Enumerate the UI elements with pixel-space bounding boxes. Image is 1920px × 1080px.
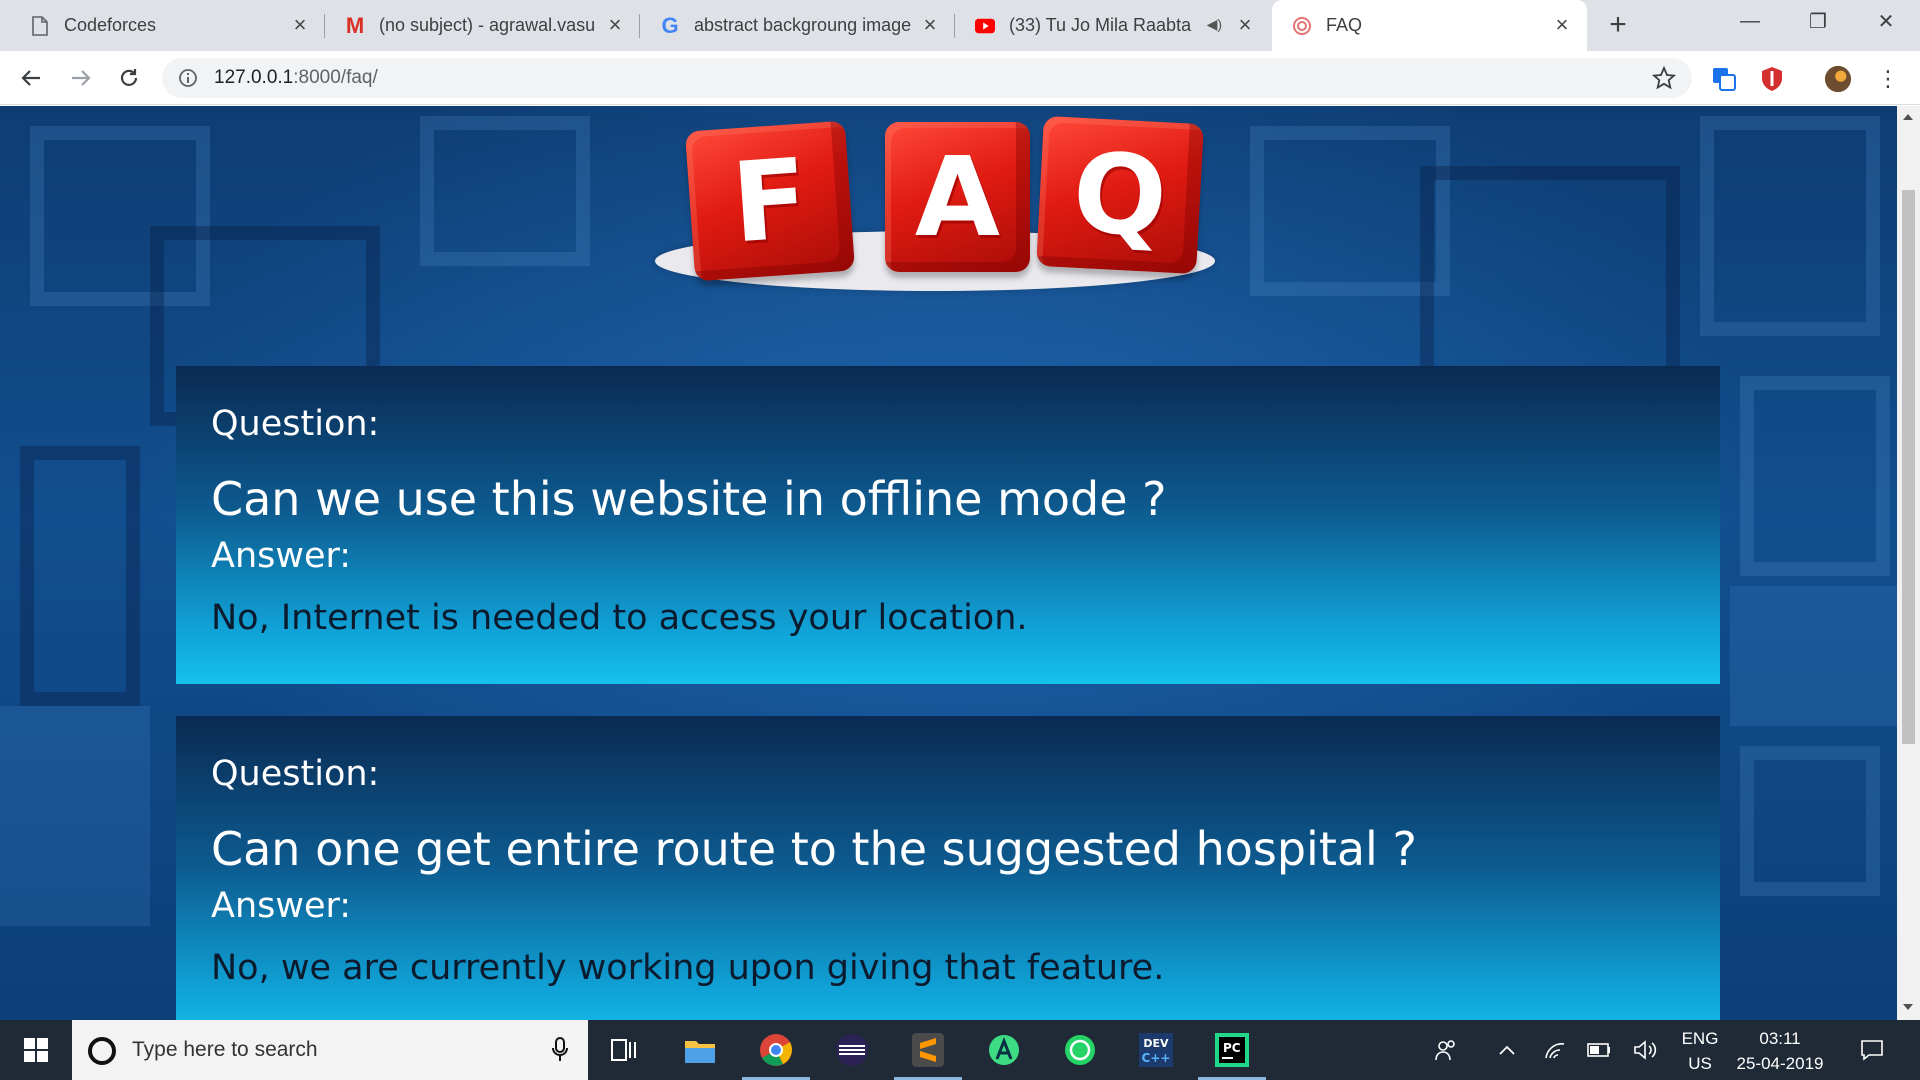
speaker-icon[interactable]: ◀︎)	[1207, 16, 1222, 33]
android-studio-icon[interactable]	[984, 1030, 1024, 1070]
volume-icon[interactable]	[1630, 1020, 1660, 1080]
pycharm-icon[interactable]: PC	[1198, 1030, 1266, 1080]
reload-button[interactable]	[114, 63, 144, 93]
tab-google-search[interactable]: G abstract backgroung image ×	[640, 0, 955, 51]
background-square	[1700, 116, 1880, 336]
window-close-button[interactable]: ✕	[1852, 0, 1920, 42]
close-icon[interactable]: ×	[604, 14, 626, 36]
region-code: US	[1688, 1054, 1712, 1073]
tab-title: FAQ	[1326, 15, 1363, 35]
svg-text:PC: PC	[1223, 1041, 1241, 1055]
tab-strip: Codeforces × M (no subject) - agrawal.va…	[0, 0, 1920, 51]
faq-logo: F A Q	[655, 106, 1215, 296]
url-path: :8000/faq/	[293, 67, 378, 88]
forward-button[interactable]	[66, 63, 96, 93]
tab-title: (no subject) - agrawal.vasu	[379, 15, 596, 35]
tab-gmail[interactable]: M (no subject) - agrawal.vasu ×	[325, 0, 640, 51]
page-icon	[30, 15, 50, 36]
scrollbar-thumb[interactable]	[1902, 190, 1915, 744]
browser-toolbar: 127.0.0.1:8000/faq/ ⋮	[0, 51, 1920, 105]
faq-card: Question: Can one get entire route to th…	[176, 716, 1720, 1020]
start-button[interactable]	[0, 1020, 72, 1080]
svg-text:DEV: DEV	[1143, 1037, 1169, 1050]
battery-icon[interactable]	[1584, 1020, 1614, 1080]
tab-youtube[interactable]: (33) Tu Jo Mila Raabta ◀︎) ×	[955, 0, 1270, 51]
answer-label: Answer:	[211, 536, 352, 576]
taskbar-search-box[interactable]: Type here to search	[72, 1020, 588, 1080]
logo-cube-a: A	[885, 122, 1030, 272]
tab-codeforces[interactable]: Codeforces ×	[0, 0, 325, 51]
answer-text: No, Internet is needed to access your lo…	[211, 598, 1028, 638]
site-icon	[1292, 16, 1312, 36]
background-square	[0, 706, 150, 926]
input-language-indicator[interactable]: ENG US	[1672, 1026, 1728, 1076]
close-icon[interactable]: ×	[1234, 14, 1256, 36]
microphone-icon[interactable]	[550, 1036, 570, 1064]
people-icon[interactable]	[1428, 1020, 1464, 1080]
new-tab-button[interactable]: +	[1604, 10, 1632, 40]
question-label: Question:	[211, 754, 380, 794]
tab-faq[interactable]: FAQ ×	[1272, 0, 1587, 51]
scroll-down-arrow-icon[interactable]	[1903, 1004, 1913, 1010]
system-clock[interactable]: 03:11 25-04-2019	[1730, 1026, 1830, 1076]
address-bar[interactable]: 127.0.0.1:8000/faq/	[162, 58, 1692, 98]
question-label: Question:	[211, 404, 380, 444]
translate-extension-icon[interactable]	[1710, 65, 1738, 93]
close-icon[interactable]: ×	[919, 14, 941, 36]
background-square	[1740, 376, 1890, 576]
url-host: 127.0.0.1	[214, 67, 294, 88]
google-icon: G	[661, 12, 679, 38]
question-text: Can one get entire route to the suggeste…	[211, 822, 1417, 876]
close-icon[interactable]: ×	[1551, 14, 1573, 36]
svg-text:C++: C++	[1142, 1051, 1171, 1065]
windows-icon	[24, 1038, 48, 1062]
background-square	[1740, 746, 1880, 896]
windows-taskbar: Type here to search DEV C++ PC ENG US 03…	[0, 1020, 1920, 1080]
faq-card: Question: Can we use this website in off…	[176, 366, 1720, 684]
tab-title: Codeforces	[64, 15, 157, 35]
search-placeholder: Type here to search	[132, 1038, 318, 1061]
youtube-icon	[975, 16, 995, 36]
clock-date: 25-04-2019	[1736, 1054, 1824, 1073]
answer-label: Answer:	[211, 886, 352, 926]
bookmark-star-icon[interactable]	[1651, 65, 1677, 90]
background-square	[1420, 166, 1680, 396]
logo-cube-f: F	[684, 120, 856, 282]
vertical-scrollbar[interactable]	[1897, 106, 1920, 1020]
whatsapp-icon[interactable]	[1060, 1030, 1100, 1070]
eclipse-icon[interactable]	[832, 1030, 872, 1070]
question-text: Can we use this website in offline mode …	[211, 472, 1167, 526]
scroll-up-arrow-icon[interactable]	[1903, 114, 1913, 120]
background-square	[1730, 586, 1897, 726]
page-content: F A Q Question: Can we use this website …	[0, 106, 1897, 1020]
clock-time: 03:11	[1759, 1029, 1801, 1048]
file-explorer-icon[interactable]	[680, 1030, 720, 1070]
sublime-text-icon[interactable]	[894, 1030, 962, 1080]
menu-icon[interactable]: ⋮	[1874, 65, 1902, 93]
task-view-icon[interactable]	[604, 1030, 644, 1070]
answer-text: No, we are currently working upon giving…	[211, 948, 1165, 988]
url-text: 127.0.0.1:8000/faq/	[214, 67, 378, 89]
language-code: ENG	[1681, 1029, 1719, 1048]
cortana-icon	[88, 1037, 116, 1065]
profile-avatar[interactable]	[1824, 65, 1852, 93]
dev-cpp-icon[interactable]: DEV C++	[1136, 1030, 1176, 1070]
tab-title: (33) Tu Jo Mila Raabta	[1009, 15, 1192, 35]
wifi-icon[interactable]	[1540, 1020, 1570, 1080]
close-icon[interactable]: ×	[289, 14, 311, 36]
action-center-icon[interactable]	[1852, 1020, 1892, 1080]
minimize-button[interactable]: —	[1716, 0, 1784, 42]
tab-title: abstract backgroung image	[694, 15, 912, 35]
gmail-icon: M	[345, 12, 365, 38]
background-square	[420, 116, 590, 266]
info-icon[interactable]	[178, 68, 198, 88]
background-square	[20, 446, 140, 706]
shield-extension-icon[interactable]	[1758, 65, 1786, 93]
show-hidden-icons-chevron-icon[interactable]	[1492, 1020, 1522, 1080]
logo-cube-q: Q	[1036, 115, 1204, 275]
chrome-icon[interactable]	[742, 1030, 810, 1080]
back-button[interactable]	[16, 63, 46, 93]
restore-button[interactable]: ❐	[1784, 0, 1852, 42]
